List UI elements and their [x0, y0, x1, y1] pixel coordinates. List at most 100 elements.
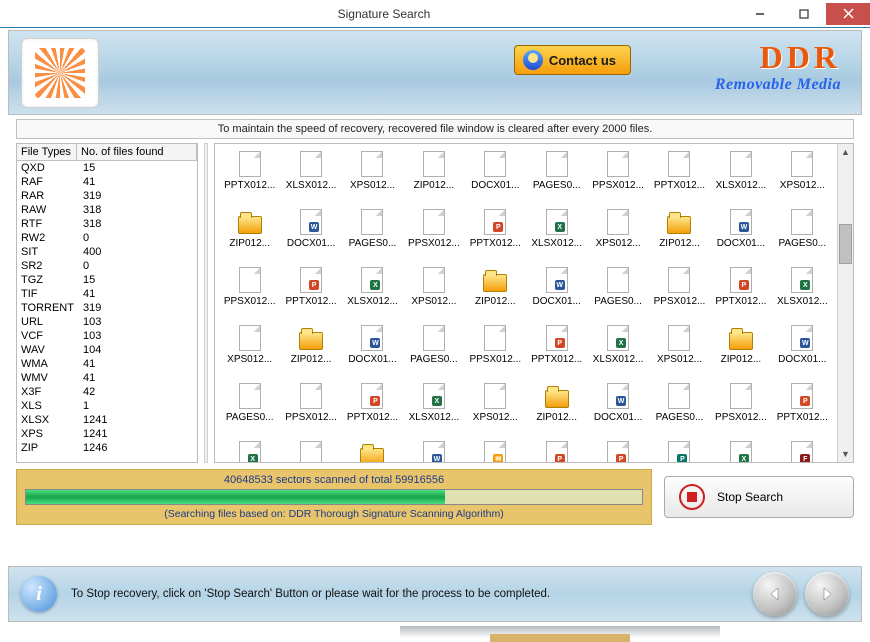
- file-item[interactable]: PPSX012...: [649, 266, 710, 322]
- file-item[interactable]: PPPTX012...: [710, 266, 771, 322]
- file-type-row[interactable]: SR20: [17, 259, 197, 273]
- file-item[interactable]: WDOCX01...: [526, 266, 587, 322]
- file-item[interactable]: PPPTX012...: [342, 382, 403, 438]
- file-item[interactable]: PAGES0...: [649, 382, 710, 438]
- file-type-row[interactable]: URL103: [17, 315, 197, 329]
- minimize-button[interactable]: [738, 3, 782, 25]
- file-type-row[interactable]: RTF318: [17, 217, 197, 231]
- col-file-types[interactable]: File Types: [17, 144, 77, 160]
- file-item[interactable]: ✉MSG000...: [465, 440, 526, 462]
- file-type-row[interactable]: TGZ15: [17, 273, 197, 287]
- file-item[interactable]: ZIP012...: [219, 208, 280, 264]
- file-item[interactable]: PPTX012...: [649, 150, 710, 206]
- scroll-thumb[interactable]: [839, 224, 852, 264]
- maximize-button[interactable]: [782, 3, 826, 25]
- file-type-row[interactable]: WMA41: [17, 357, 197, 371]
- file-item[interactable]: FFLA000...: [772, 440, 833, 462]
- file-item[interactable]: XPS012...: [649, 324, 710, 380]
- file-item[interactable]: XXLSX012...: [403, 382, 464, 438]
- file-item[interactable]: PAGES0...: [403, 324, 464, 380]
- file-item[interactable]: PAGES0...: [342, 208, 403, 264]
- file-type-row[interactable]: XPS1241: [17, 427, 197, 441]
- file-type-row[interactable]: X3F42: [17, 385, 197, 399]
- file-item[interactable]: ZIP012...: [403, 150, 464, 206]
- file-item[interactable]: ZIP012...: [649, 208, 710, 264]
- file-item[interactable]: XXLSX012...: [587, 324, 648, 380]
- file-item[interactable]: ZIP012...: [710, 324, 771, 380]
- file-item[interactable]: PAGES0...: [772, 208, 833, 264]
- file-item[interactable]: PPTX012...: [219, 150, 280, 206]
- file-item[interactable]: ZIP012...: [342, 440, 403, 462]
- file-item[interactable]: PAGES0...: [526, 150, 587, 206]
- file-type-row[interactable]: RAR319: [17, 189, 197, 203]
- file-item[interactable]: XLSX012...: [710, 150, 771, 206]
- file-item[interactable]: XPS012...: [342, 150, 403, 206]
- file-type-row[interactable]: TORRENT319: [17, 301, 197, 315]
- file-item[interactable]: XXLSX012...: [772, 266, 833, 322]
- file-item[interactable]: DOCX01...: [465, 150, 526, 206]
- file-item[interactable]: XLSX012...: [280, 150, 341, 206]
- file-item[interactable]: PPPT000...: [587, 440, 648, 462]
- file-type-row[interactable]: RAW318: [17, 203, 197, 217]
- file-type-row[interactable]: XLSX1241: [17, 413, 197, 427]
- file-item[interactable]: PPUB000...: [649, 440, 710, 462]
- scroll-up-icon[interactable]: ▲: [838, 144, 853, 160]
- file-item[interactable]: PPPTX012...: [772, 382, 833, 438]
- file-item[interactable]: ZIP012...: [280, 324, 341, 380]
- file-item[interactable]: WDOCX01...: [710, 208, 771, 264]
- file-type-row[interactable]: XLS1: [17, 399, 197, 413]
- file-item[interactable]: WDOCX01...: [772, 324, 833, 380]
- file-item[interactable]: PPSX012...: [219, 266, 280, 322]
- file-item[interactable]: PPPTX012...: [526, 324, 587, 380]
- file-item[interactable]: PPPTX012...: [280, 266, 341, 322]
- file-item[interactable]: ZIP012...: [526, 382, 587, 438]
- stop-search-button[interactable]: Stop Search: [664, 476, 854, 518]
- file-type-row[interactable]: QXD15: [17, 161, 197, 175]
- file-type-name: SR2: [21, 259, 83, 273]
- file-item[interactable]: XXLSX012...: [219, 440, 280, 462]
- file-item[interactable]: XXLS000...: [710, 440, 771, 462]
- file-type-row[interactable]: SIT400: [17, 245, 197, 259]
- file-type-row[interactable]: TIF41: [17, 287, 197, 301]
- file-type-row[interactable]: ZIP1246: [17, 441, 197, 455]
- file-item[interactable]: PPPS000...: [526, 440, 587, 462]
- file-item[interactable]: XPS012...: [403, 266, 464, 322]
- file-item[interactable]: PPSX012...: [587, 150, 648, 206]
- file-item[interactable]: XXLSX012...: [342, 266, 403, 322]
- file-item[interactable]: XPS012...: [219, 324, 280, 380]
- file-item[interactable]: ZIP012...: [465, 266, 526, 322]
- file-item[interactable]: PPSX012...: [710, 382, 771, 438]
- file-item[interactable]: PPPTX012...: [465, 208, 526, 264]
- file-item[interactable]: PPSX012...: [280, 382, 341, 438]
- file-item[interactable]: XPS012...: [772, 150, 833, 206]
- file-item[interactable]: XXLSX012...: [526, 208, 587, 264]
- file-item[interactable]: PAGES0...: [587, 266, 648, 322]
- file-grid[interactable]: PPTX012...XLSX012...XPS012...ZIP012...DO…: [215, 144, 837, 462]
- file-item[interactable]: WDOCX01...: [342, 324, 403, 380]
- file-item[interactable]: PPSX012...: [465, 324, 526, 380]
- file-item[interactable]: XPS012...: [465, 382, 526, 438]
- file-item[interactable]: WDOC000...: [403, 440, 464, 462]
- file-item[interactable]: PPSX012...: [403, 208, 464, 264]
- file-item[interactable]: PAGES0...: [219, 382, 280, 438]
- file-item[interactable]: XPS012...: [280, 440, 341, 462]
- back-button[interactable]: [753, 572, 797, 616]
- file-type-count: 103: [83, 329, 101, 343]
- file-type-row[interactable]: RW20: [17, 231, 197, 245]
- scroll-down-icon[interactable]: ▼: [838, 446, 853, 462]
- file-type-name: URL: [21, 315, 83, 329]
- file-types-list[interactable]: QXD15RAF41RAR319RAW318RTF318RW20SIT400SR…: [17, 161, 197, 462]
- next-button[interactable]: [805, 572, 849, 616]
- close-button[interactable]: [826, 3, 870, 25]
- file-type-row[interactable]: RAF41: [17, 175, 197, 189]
- file-type-row[interactable]: WAV104: [17, 343, 197, 357]
- col-files-found[interactable]: No. of files found: [77, 144, 197, 160]
- vertical-scrollbar[interactable]: ▲ ▼: [837, 144, 853, 462]
- file-type-row[interactable]: WMV41: [17, 371, 197, 385]
- file-type-row[interactable]: VCF103: [17, 329, 197, 343]
- file-item[interactable]: WDOCX01...: [280, 208, 341, 264]
- file-item[interactable]: XPS012...: [587, 208, 648, 264]
- splitter[interactable]: [204, 143, 208, 463]
- file-item[interactable]: WDOCX01...: [587, 382, 648, 438]
- contact-us-button[interactable]: Contact us: [514, 45, 631, 75]
